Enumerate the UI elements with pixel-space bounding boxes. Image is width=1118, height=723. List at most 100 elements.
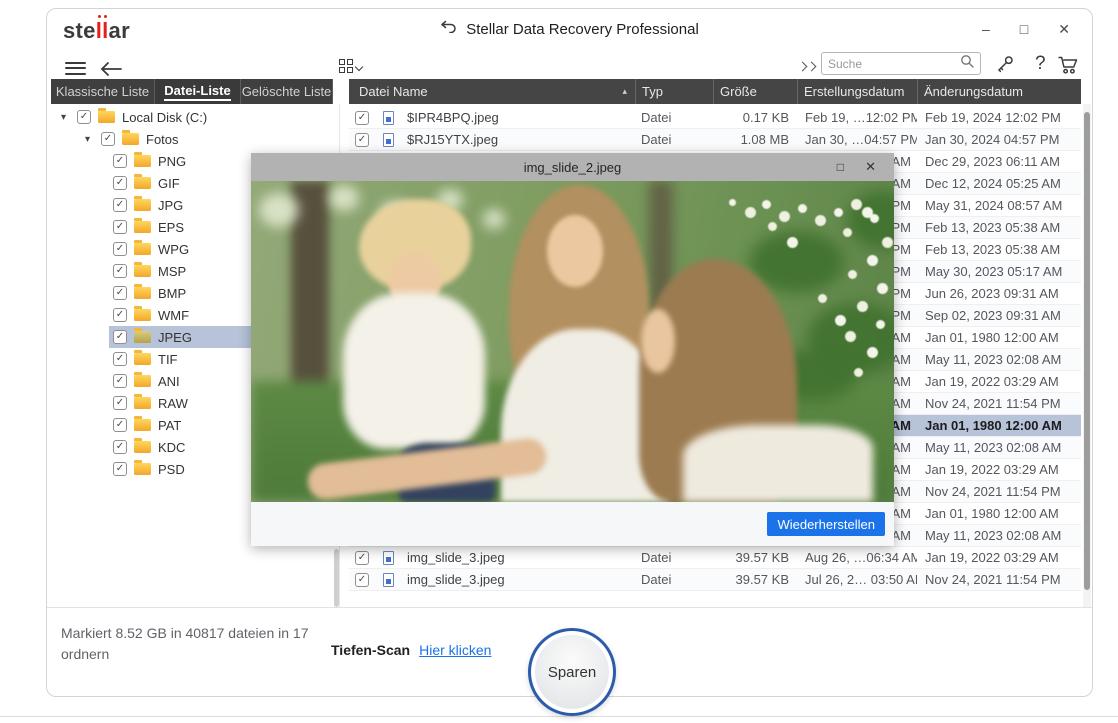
folder-icon (134, 328, 151, 343)
preview-photo (251, 181, 894, 502)
folder-icon (134, 152, 151, 167)
checkbox[interactable] (113, 176, 127, 190)
modified-date: Jan 01, 1980 12:00 AM (925, 330, 1059, 345)
checkbox[interactable] (113, 330, 127, 344)
file-name: $RJ15YTX.jpeg (407, 132, 499, 147)
preview-window: img_slide_2.jpeg □ ✕ Wiederherstellen (251, 153, 894, 546)
checkbox[interactable] (113, 440, 127, 454)
search-input[interactable] (828, 56, 960, 71)
modified-date: Jan 01, 1980 12:00 AM (925, 418, 1062, 433)
tree-item-local-disk-c[interactable]: ▾ Local Disk (C:) (49, 106, 335, 128)
tab-klassische-liste[interactable]: Klassische Liste (51, 79, 155, 104)
deep-scan-link[interactable]: Hier klicken (419, 642, 491, 658)
checkbox[interactable] (113, 462, 127, 476)
created-date: Jan 30, …04:57 PM (805, 132, 917, 147)
table-row[interactable]: $IPR4BPQ.jpeg Datei 0.17 KB Feb 19, …12:02 … (349, 107, 1081, 129)
expander-icon[interactable]: ▾ (61, 112, 77, 123)
modified-date: May 31, 2024 08:57 AM (925, 198, 1063, 213)
hamburger-menu-icon[interactable] (65, 58, 86, 78)
file-name: img_slide_3.jpeg (407, 550, 505, 565)
checkbox[interactable] (113, 154, 127, 168)
save-button-label: Sparen (535, 635, 609, 709)
preview-close-button[interactable]: ✕ (865, 153, 876, 181)
tree-item-label: EPS (158, 219, 185, 235)
checkbox[interactable] (113, 418, 127, 432)
checkbox[interactable] (113, 220, 127, 234)
maximize-button[interactable]: □ (1020, 21, 1028, 37)
checkbox[interactable] (355, 132, 369, 147)
checkbox[interactable] (113, 264, 127, 278)
tree-item-label: GIF (158, 175, 180, 191)
tree-item-label: TIF (158, 351, 178, 367)
checkbox[interactable] (101, 132, 115, 146)
column-label: Datei Name (359, 84, 428, 99)
preview-maximize-button[interactable]: □ (837, 153, 844, 181)
modified-date: Jan 19, 2022 03:29 AM (925, 462, 1059, 477)
help-icon[interactable]: ? (1035, 53, 1046, 75)
file-icon (383, 132, 394, 147)
tab-label: Datei-Liste (164, 83, 231, 101)
preview-title: img_slide_2.jpeg (523, 159, 622, 175)
file-size: 39.57 KB (735, 550, 790, 565)
tab-gel-schte-liste[interactable]: Gelöschte Liste (241, 79, 333, 104)
column-header-gr-e[interactable]: Größe (713, 79, 797, 104)
column-header-nderungsdatum[interactable]: Änderungsdatum (917, 79, 1081, 104)
folder-icon (134, 416, 151, 431)
minimize-button[interactable]: – (982, 21, 990, 37)
expander-icon[interactable]: ▾ (85, 134, 101, 145)
checkbox[interactable] (113, 308, 127, 322)
restore-button[interactable]: Wiederherstellen (767, 512, 885, 536)
preview-titlebar[interactable]: img_slide_2.jpeg □ ✕ (251, 153, 894, 181)
tree-item-label: ANI (158, 373, 180, 389)
column-header-datei-name[interactable]: Datei Name ▴ (349, 79, 635, 104)
table-scrollbar[interactable] (1083, 104, 1091, 607)
checkbox[interactable] (113, 374, 127, 388)
undo-arrow-icon (440, 20, 457, 38)
save-button[interactable]: Sparen (528, 628, 616, 716)
tree-item-label: RAW (158, 395, 188, 411)
tab-label: Klassische Liste (55, 84, 150, 99)
activation-key-icon[interactable] (995, 54, 1015, 79)
modified-date: Feb 19, 2024 12:02 PM (925, 110, 1061, 125)
tab-label: Gelöschte Liste (241, 84, 332, 99)
table-row[interactable]: $RJ15YTX.jpeg Datei 1.08 MB Jan 30, …04:57 … (349, 129, 1081, 151)
folder-icon (134, 240, 151, 255)
file-type: Datei (641, 572, 672, 587)
file-type: Datei (641, 132, 672, 147)
toolbar-overflow-icon[interactable] (797, 61, 817, 72)
cart-icon[interactable] (1057, 55, 1080, 80)
checkbox[interactable] (355, 550, 369, 565)
tree-item-label: JPG (158, 197, 184, 213)
column-label: Größe (720, 84, 757, 99)
modified-date: May 11, 2023 02:08 AM (925, 528, 1062, 543)
column-header-typ[interactable]: Typ (635, 79, 713, 104)
tree-scrollbar[interactable] (334, 549, 339, 607)
tab-datei-liste[interactable]: Datei-Liste (155, 79, 241, 104)
close-button[interactable]: ✕ (1058, 21, 1070, 38)
frame-bottom-line (0, 716, 1118, 717)
tree-item-label: JPEG (158, 329, 192, 345)
checkbox[interactable] (355, 110, 369, 125)
checkbox[interactable] (113, 352, 127, 366)
scrollbar-thumb[interactable] (1084, 112, 1090, 590)
folder-icon (122, 130, 139, 145)
tree-item-fotos[interactable]: ▾ Fotos (49, 128, 335, 150)
tree-item-label: PAT (158, 417, 182, 433)
column-header-erstellungsdatum[interactable]: Erstellungsdatum (797, 79, 917, 104)
checkbox[interactable] (77, 110, 91, 124)
folder-icon (134, 460, 151, 475)
checkbox[interactable] (113, 286, 127, 300)
checkbox[interactable] (355, 572, 369, 587)
folder-icon (134, 372, 151, 387)
table-row[interactable]: img_slide_3.jpeg Datei 39.57 KB Jul 26, 2… … (349, 569, 1081, 591)
file-type: Datei (641, 110, 672, 125)
modified-date: Feb 13, 2023 05:38 AM (925, 220, 1061, 235)
folder-icon (134, 174, 151, 189)
modified-date: Jan 01, 1980 12:00 AM (925, 506, 1059, 521)
checkbox[interactable] (113, 242, 127, 256)
search-box[interactable] (821, 52, 981, 75)
table-row[interactable]: img_slide_3.jpeg Datei 39.57 KB Aug 26, …06… (349, 547, 1081, 569)
checkbox[interactable] (113, 396, 127, 410)
view-switch-icon[interactable] (339, 59, 364, 73)
checkbox[interactable] (113, 198, 127, 212)
